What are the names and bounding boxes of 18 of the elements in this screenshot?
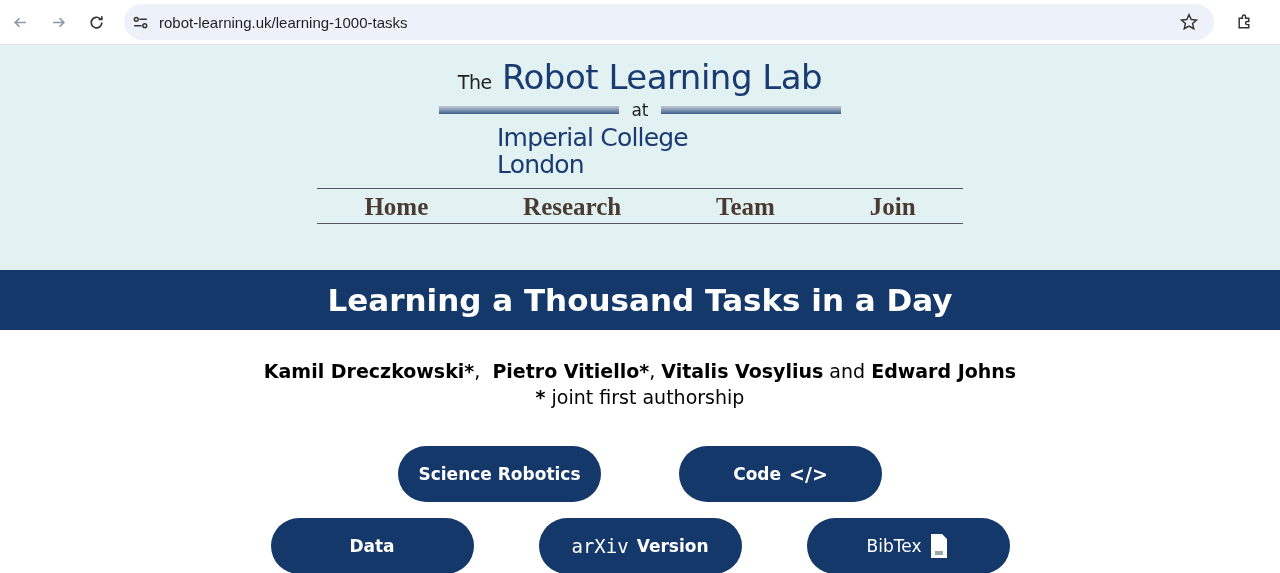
link-button[interactable]: arXiv Version xyxy=(538,518,742,573)
reload-icon[interactable] xyxy=(88,13,105,31)
nav-link[interactable]: Join xyxy=(869,193,916,221)
address-bar[interactable]: robot-learning.uk/learning-1000-tasks xyxy=(124,4,1214,40)
page-title: Learning a Thousand Tasks in a Day xyxy=(327,282,953,318)
nav-link[interactable]: Home xyxy=(364,193,429,221)
url-text: robot-learning.uk/learning-1000-tasks xyxy=(159,13,409,31)
link-button[interactable]: BibTex xyxy=(806,518,1010,573)
link-button[interactable]: Science Robotics xyxy=(398,446,601,502)
file-icon xyxy=(929,532,950,560)
link-button[interactable]: Code </> xyxy=(679,446,882,502)
nav-link[interactable]: Research xyxy=(523,193,622,221)
bookmark-star-icon[interactable] xyxy=(1180,13,1198,31)
link-button[interactable]: Data xyxy=(270,518,474,573)
lab-logo[interactable]: The Robot Learning Lab at Imperial College London xyxy=(439,57,841,178)
footnote-text: * joint first authorship xyxy=(534,385,746,410)
author-list: Kamil Dreczkowski*, Pietro Vitiello*, Vitalis Vosylius and Edward Johns xyxy=(0,358,1280,384)
nav-link[interactable]: Team xyxy=(716,193,775,221)
